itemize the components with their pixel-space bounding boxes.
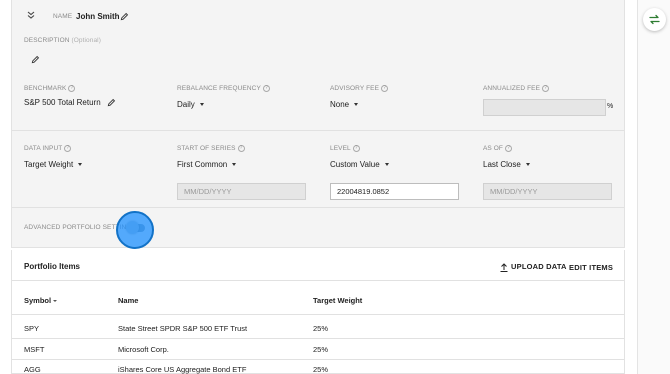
help-icon[interactable]: ?: [64, 145, 72, 152]
start-date-input: MM/DD/YYYY: [177, 183, 306, 200]
as-of-date-input: MM/DD/YYYY: [483, 183, 612, 200]
level-label: LEVEL?: [330, 145, 360, 152]
upload-data-button[interactable]: UPLOAD DATA: [500, 262, 567, 272]
column-header-target-weight[interactable]: Target Weight: [313, 296, 362, 305]
cell-symbol: MSFT: [24, 345, 45, 354]
caret-down-icon: [525, 163, 530, 167]
benchmark-value[interactable]: S&P 500 Total Return: [24, 98, 116, 107]
level-value-input[interactable]: 22004819.0852: [330, 183, 459, 200]
sync-button[interactable]: [643, 8, 666, 31]
help-icon[interactable]: ?: [505, 145, 513, 152]
start-of-series-label: START OF SERIES?: [177, 145, 245, 152]
description-label: DESCRIPTION (Optional): [24, 37, 101, 44]
portfolio-items-title: Portfolio Items: [24, 262, 81, 271]
portfolio-name: John Smith: [76, 12, 120, 21]
column-header-symbol[interactable]: Symbol: [24, 296, 58, 305]
annualized-fee-percent: %: [607, 103, 614, 110]
cell-weight: 25%: [313, 365, 329, 374]
section-divider: [12, 207, 624, 208]
help-icon[interactable]: ?: [542, 85, 550, 92]
cell-symbol: SPY: [24, 324, 40, 333]
cell-name: State Street SPDR S&P 500 ETF Trust: [118, 324, 248, 333]
caret-down-icon: [199, 103, 204, 107]
advisory-fee-select[interactable]: None: [330, 100, 359, 109]
edit-benchmark-pencil-icon[interactable]: [107, 98, 116, 107]
cell-name: Microsoft Corp.: [118, 345, 169, 354]
row-divider: [12, 338, 624, 339]
edit-name-pencil-icon[interactable]: [120, 12, 129, 21]
rebalance-frequency-label: REBALANCE FREQUENCY?: [177, 85, 270, 92]
caret-down-icon: [232, 163, 237, 167]
caret-down-icon: [78, 163, 83, 167]
data-input-label: DATA INPUT?: [24, 145, 72, 152]
benchmark-label: BENCHMARK?: [24, 85, 76, 92]
right-gutter: [638, 0, 670, 374]
help-icon[interactable]: ?: [262, 85, 270, 92]
upload-icon: [500, 262, 508, 272]
help-icon[interactable]: ?: [68, 85, 76, 92]
sort-caret-icon: [53, 300, 58, 303]
click-highlight: [116, 211, 154, 249]
cell-symbol: AGG: [24, 365, 41, 374]
caret-down-icon: [384, 163, 389, 167]
edit-items-button[interactable]: EDIT ITEMS: [569, 263, 613, 272]
table-divider: [12, 280, 624, 281]
cell-weight: 25%: [313, 324, 329, 333]
column-header-name[interactable]: Name: [118, 296, 138, 305]
edit-description-pencil-icon[interactable]: [31, 55, 40, 64]
name-label: NAME: [53, 13, 73, 20]
data-input-select[interactable]: Target Weight: [24, 160, 83, 169]
section-divider: [12, 130, 624, 131]
help-icon[interactable]: ?: [381, 85, 389, 92]
cell-name: iShares Core US Aggregate Bond ETF: [118, 365, 247, 374]
level-select[interactable]: Custom Value: [330, 160, 389, 169]
help-icon[interactable]: ?: [237, 145, 245, 152]
caret-down-icon: [354, 103, 359, 107]
as-of-select[interactable]: Last Close: [483, 160, 530, 169]
table-divider: [12, 314, 624, 315]
collapse-chevrons-icon[interactable]: [27, 11, 35, 19]
rebalance-frequency-select[interactable]: Daily: [177, 100, 204, 109]
sync-icon: [649, 14, 660, 25]
annualized-fee-input: [483, 99, 606, 116]
start-of-series-select[interactable]: First Common: [177, 160, 237, 169]
advisory-fee-label: ADVISORY FEE?: [330, 85, 389, 92]
help-icon[interactable]: ?: [352, 145, 360, 152]
annualized-fee-label: ANNUALIZED FEE?: [483, 85, 550, 92]
as-of-label: AS OF?: [483, 145, 513, 152]
portfolio-settings-panel: [11, 0, 625, 248]
cell-weight: 25%: [313, 345, 329, 354]
row-divider: [12, 359, 624, 360]
